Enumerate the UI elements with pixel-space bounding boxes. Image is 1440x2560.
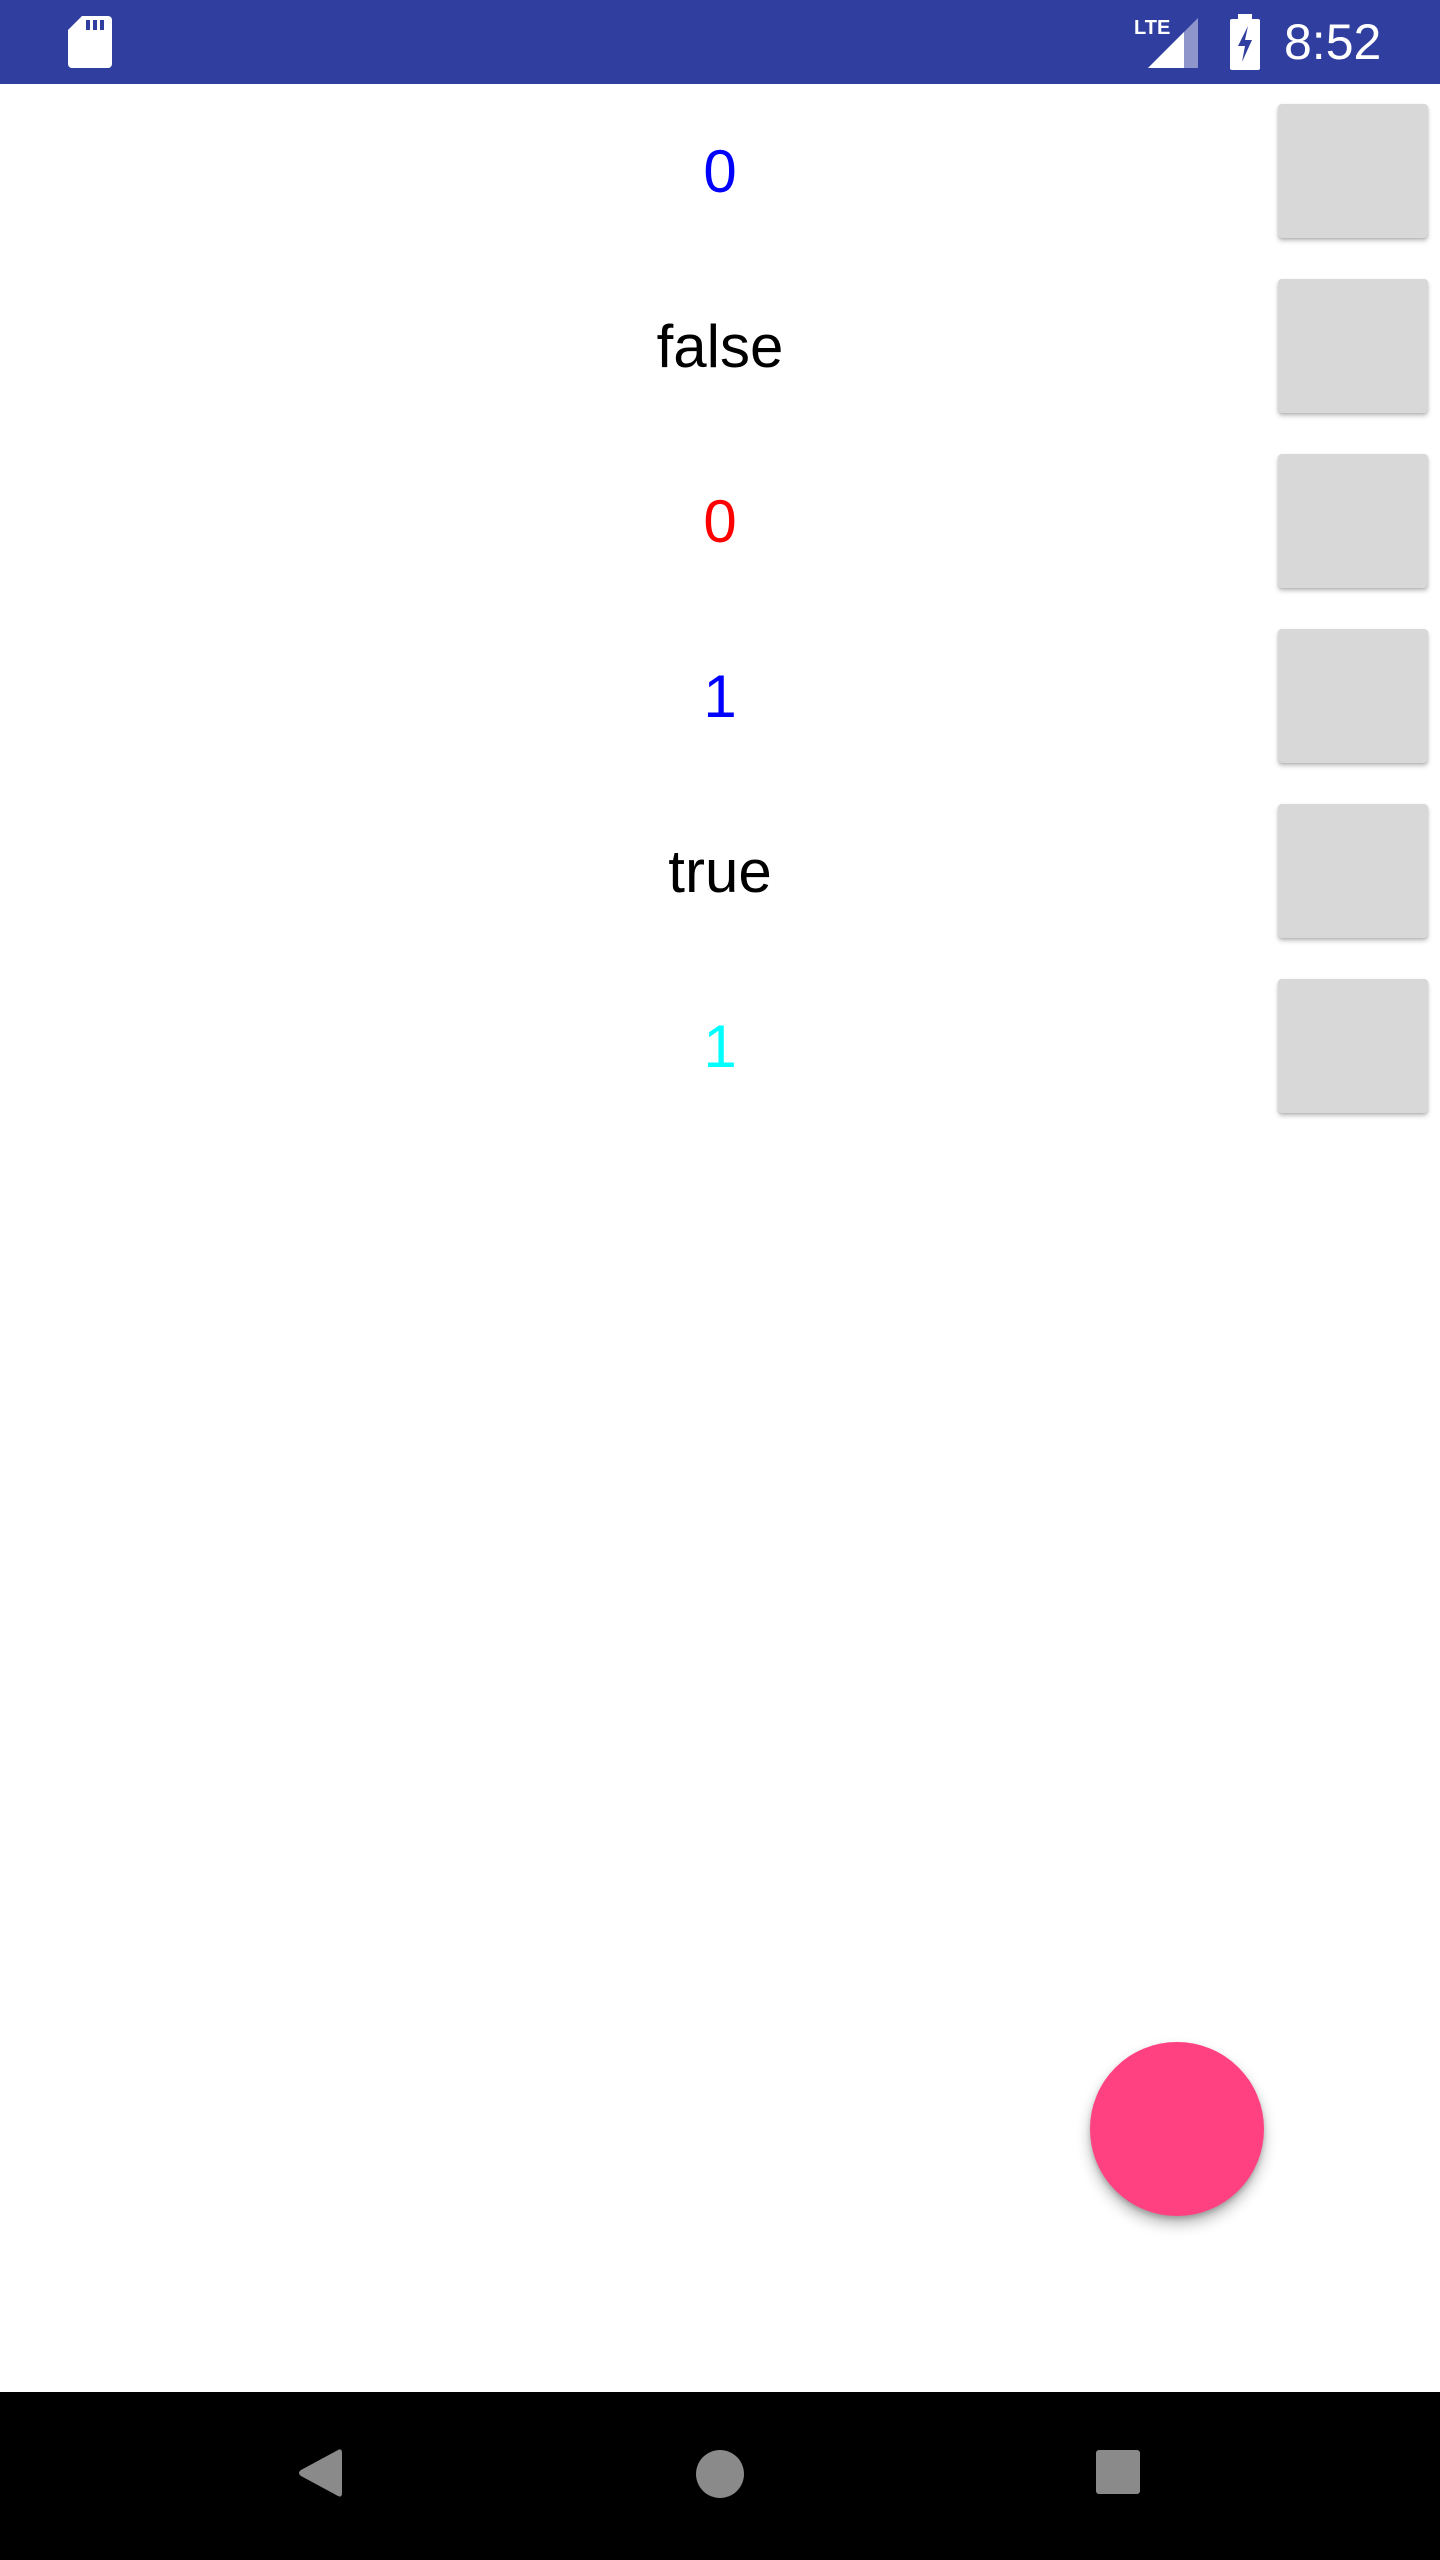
value-text: 1 [703, 1013, 737, 1080]
home-icon[interactable] [696, 2450, 744, 2498]
lte-signal-icon: LTE [1134, 17, 1198, 68]
value-row: 0 [0, 84, 1440, 259]
value-row: true [0, 784, 1440, 959]
floating-action-button[interactable] [1090, 2042, 1264, 2216]
recents-icon[interactable] [1096, 2450, 1140, 2494]
value-row: false [0, 259, 1440, 434]
value-text: 1 [703, 663, 737, 730]
row-button-4[interactable] [1278, 629, 1428, 763]
value-text: 0 [703, 488, 737, 555]
value-row: 1 [0, 609, 1440, 784]
value-row: 0 [0, 434, 1440, 609]
value-text: 0 [703, 138, 737, 205]
row-button-2[interactable] [1278, 279, 1428, 413]
row-button-5[interactable] [1278, 804, 1428, 938]
network-type-label: LTE [1134, 17, 1170, 39]
battery-charging-icon [1230, 14, 1260, 70]
value-text: true [668, 838, 772, 905]
status-bar: LTE 8:52 [0, 0, 1440, 84]
row-button-6[interactable] [1278, 979, 1428, 1113]
sd-card-icon [68, 16, 112, 68]
navigation-bar [0, 2392, 1440, 2560]
app-screen: LTE 8:52 0 false 0 1 true 1 [0, 0, 1440, 2560]
value-text: false [656, 313, 784, 380]
status-clock: 8:52 [1284, 14, 1382, 70]
back-icon[interactable] [296, 2446, 342, 2500]
row-button-3[interactable] [1278, 454, 1428, 588]
row-button-1[interactable] [1278, 104, 1428, 238]
value-row: 1 [0, 959, 1440, 1134]
